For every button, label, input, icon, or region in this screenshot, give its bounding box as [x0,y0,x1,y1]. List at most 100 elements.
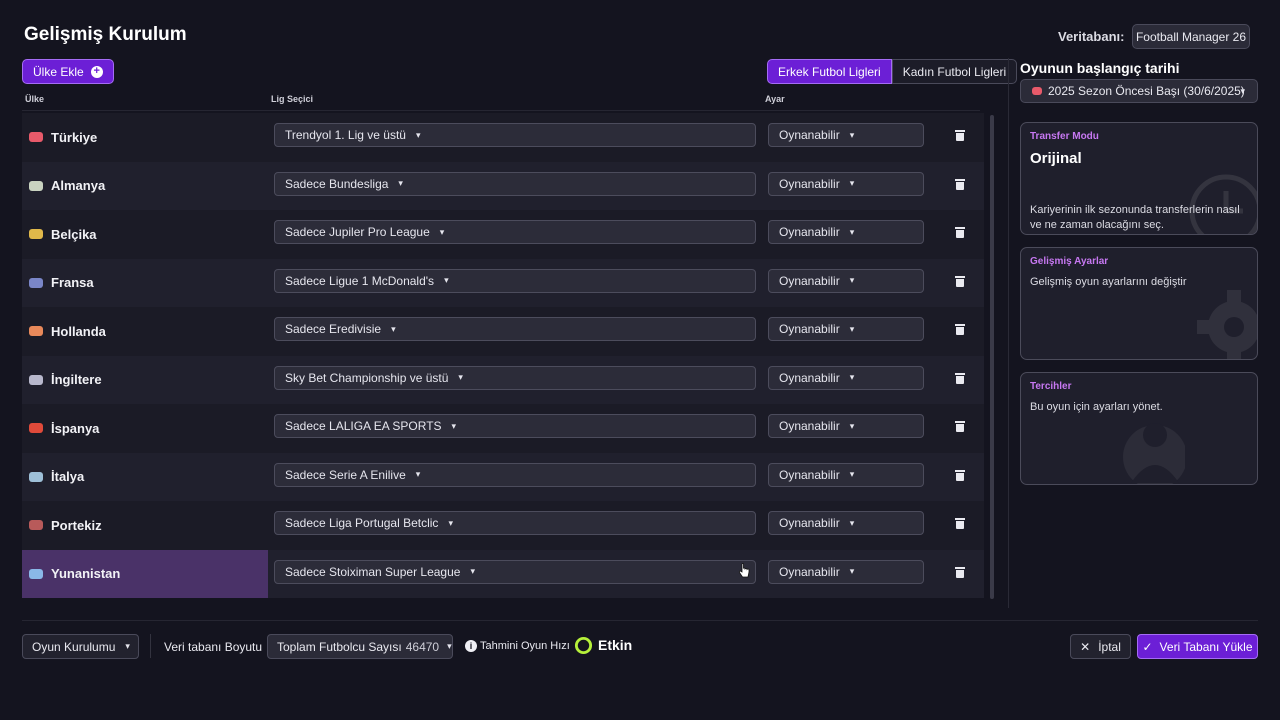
setting-select[interactable]: Oynanabilir ▾ [768,559,924,584]
league-select[interactable]: Sadece Serie A Enilive ▾ [274,462,756,487]
setting-value: Oynanabilir [779,516,840,530]
league-value: Sadece Bundesliga [285,176,389,191]
setting-select[interactable]: Oynanabilir ▾ [768,365,924,390]
cancel-label: İptal [1098,639,1121,654]
table-row[interactable]: İngiltere Sky Bet Championship ve üstü ▾ Oy… [22,355,984,405]
country-cell[interactable]: Portekiz [22,501,268,550]
league-select[interactable]: Sadece Eredivisie ▾ [274,317,756,341]
setting-select[interactable]: Oynanabilir ▾ [768,268,924,293]
database-label: Veritabanı: [1058,29,1125,44]
table-row[interactable]: Yunanistan Sadece Stoiximan Super League ▾… [22,549,984,598]
chevron-down-icon: ▾ [849,226,855,237]
trash-icon[interactable] [955,566,965,578]
setting-select[interactable]: Oynanabilir ▾ [768,462,924,487]
table-scrollbar[interactable] [990,115,994,599]
transfer-mode-card[interactable]: Transfer Modu Orijinal Kariyerinin ilk s… [1020,122,1258,235]
load-database-button[interactable]: ✓ Veri Tabanı Yükle [1137,634,1258,659]
advanced-settings-card[interactable]: Gelişmiş Ayarlar Gelişmiş oyun ayarların… [1020,247,1258,360]
country-name: İspanya [51,420,100,436]
setting-value: Oynanabilir [779,467,840,482]
league-select[interactable]: Trendyol 1. Lig ve üstü ▾ [274,123,756,147]
table-row[interactable]: Türkiye Trendyol 1. Lig ve üstü ▾ Oynanabil… [22,113,984,162]
table-row[interactable]: Portekiz Sadece Liga Portugal Betclic ▾ Oyn… [22,501,984,550]
country-cell[interactable]: Belçika [22,210,268,259]
tab-mens-leagues[interactable]: Erkek Futbol Ligleri [767,59,892,84]
table-row[interactable]: Hollanda Sadece Eredivisie ▾ Oynanabilir ▾ [22,307,984,356]
add-country-button[interactable]: Ülke Ekle + [22,59,114,84]
add-country-label: Ülke Ekle [33,64,84,79]
setting-select[interactable]: Oynanabilir ▾ [768,414,924,438]
trash-icon[interactable] [955,469,965,481]
game-setup-label: Oyun Kurulumu [32,639,116,654]
country-cell[interactable]: İtalya [22,453,268,502]
check-icon: ✓ [1142,639,1153,654]
flag-icon [29,180,43,191]
country-cell[interactable]: İngiltere [22,356,268,405]
game-setup-select[interactable]: Oyun Kurulumu ▾ [22,634,139,659]
chevron-down-icon: ▾ [458,372,463,382]
trash-icon[interactable] [955,275,965,287]
setting-select[interactable]: Oynanabilir ▾ [768,123,924,147]
league-select[interactable]: Sadece Liga Portugal Betclic ▾ [274,511,756,535]
database-select[interactable]: Football Manager 26 [1132,24,1250,49]
country-name: Yunanistan [51,566,121,582]
trash-icon[interactable] [955,421,965,432]
league-select[interactable]: Sadece Bundesliga ▾ [274,171,756,196]
page-title: Gelişmiş Kurulum [24,24,187,45]
trash-icon[interactable] [955,518,965,529]
chevron-down-icon: ▾ [447,641,452,651]
info-icon[interactable]: i [465,640,477,652]
preferences-card[interactable]: Tercihler Bu oyun için ayarları yönet. [1020,372,1258,485]
flag-icon [1032,87,1042,95]
country-cell[interactable]: Türkiye [22,113,268,162]
setting-select[interactable]: Oynanabilir ▾ [768,171,924,196]
gear-icon [1197,290,1257,359]
country-cell[interactable]: Yunanistan [22,549,268,598]
tab-womens-leagues[interactable]: Kadın Futbol Ligleri [891,59,1018,84]
chevron-down-icon: ▾ [849,372,855,382]
league-select[interactable]: Sky Bet Championship ve üstü ▾ [274,365,756,390]
country-cell[interactable]: Hollanda [22,307,268,356]
start-date-value: 2025 Sezon Öncesi Başı (30/6/2025) [1048,84,1245,98]
country-name: Almanya [51,178,106,194]
flag-icon [29,277,43,288]
league-select[interactable]: Sadece Jupiler Pro League ▾ [274,220,756,244]
column-header-setting: Ayar [765,94,785,104]
country-name: Portekiz [51,517,102,533]
plus-circle-icon: + [90,65,103,78]
trash-icon[interactable] [955,227,965,238]
trash-icon[interactable] [955,178,965,190]
setting-select[interactable]: Oynanabilir ▾ [768,317,924,341]
league-select[interactable]: Sadece Stoiximan Super League ▾ [274,559,756,584]
league-select[interactable]: Sadece Ligue 1 McDonald's ▾ [274,268,756,293]
country-table: Türkiye Trendyol 1. Lig ve üstü ▾ Oynanabil… [22,113,984,598]
trash-icon[interactable] [955,130,965,141]
trash-icon[interactable] [955,324,965,335]
table-row[interactable]: Belçika Sadece Jupiler Pro League ▾ Oynanab… [22,210,984,259]
league-value: Sadece Eredivisie [285,322,382,336]
transfer-mode-kicker: Transfer Modu [1030,131,1099,142]
chevron-down-icon: ▾ [849,129,855,140]
setting-value: Oynanabilir [779,322,840,336]
setting-value: Oynanabilir [779,370,840,385]
table-row[interactable]: Fransa Sadece Ligue 1 McDonald's ▾ Oynanabi… [22,258,984,308]
table-row[interactable]: İtalya Sadece Serie A Enilive ▾ Oynanabilir… [22,452,984,502]
country-cell[interactable]: İspanya [22,404,268,453]
country-cell[interactable]: Almanya [22,162,268,211]
chevron-down-icon: ▾ [125,641,130,651]
database-size-label: Veri tabanı Boyutu [164,640,263,654]
trash-icon[interactable] [955,372,965,384]
player-count-value: 46470 [405,639,440,654]
chevron-down-icon: ▾ [849,420,855,431]
chevron-down-icon: ▾ [444,275,449,285]
start-date-select[interactable]: 2025 Sezon Öncesi Başı (30/6/2025) ▾ [1020,79,1258,103]
player-count-select[interactable]: Toplam Futbolcu Sayısı 46470 ▾ [267,634,453,659]
table-row[interactable]: Almanya Sadece Bundesliga ▾ Oynanabilir ▾ [22,161,984,211]
country-cell[interactable]: Fransa [22,259,268,308]
setting-select[interactable]: Oynanabilir ▾ [768,220,924,244]
setting-select[interactable]: Oynanabilir ▾ [768,511,924,535]
cancel-button[interactable]: ✕ İptal [1070,634,1131,659]
hand-cursor-icon [738,563,750,578]
table-row[interactable]: İspanya Sadece LALIGA EA SPORTS ▾ Oynanabil… [22,404,984,453]
league-select[interactable]: Sadece LALIGA EA SPORTS ▾ [274,414,756,438]
